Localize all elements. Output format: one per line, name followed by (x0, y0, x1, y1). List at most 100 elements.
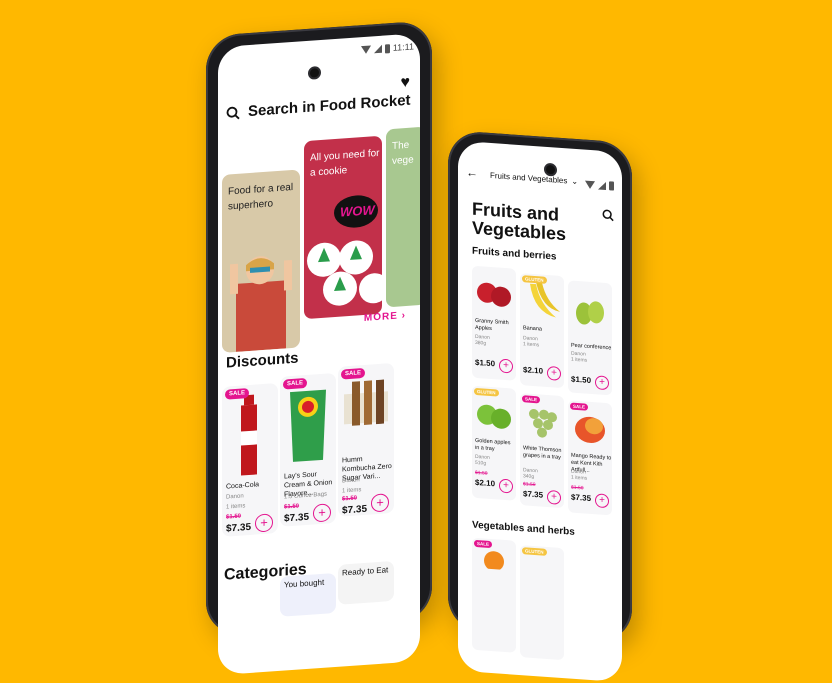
home-screen: 11:11 ♥ Search in Food Rocket Food for a… (218, 33, 420, 676)
signal-icon (373, 44, 382, 54)
search-icon[interactable] (602, 209, 614, 222)
category-tile-ready-to-eat[interactable]: Ready to Eat (338, 560, 394, 605)
product-name: Coca-Cola (226, 481, 260, 491)
add-to-cart-button[interactable]: + (499, 358, 513, 374)
product-card[interactable]: SALE Mango Ready to eat Kent Kith Artful… (568, 400, 612, 516)
product-price: $7.35 (523, 489, 544, 500)
add-to-cart-button[interactable]: + (499, 478, 513, 494)
product-qty: 510g (475, 459, 487, 467)
old-price: $1.50 (523, 481, 536, 489)
discounts-title: Discounts (226, 349, 299, 372)
favorites-heart-icon[interactable]: ♥ (401, 74, 411, 93)
status-bar (585, 180, 614, 191)
sale-badge: SALE (570, 402, 589, 411)
search-label: Search in Food Rocket (248, 91, 411, 121)
coca-cola-bottle-image (241, 394, 257, 476)
status-time: 11:11 (392, 41, 414, 53)
promo-card-cookie[interactable]: All you need for a cookie WOW (304, 135, 382, 320)
product-brand: Danon (226, 493, 244, 501)
product-card[interactable]: SALE White Thomson grapes in a tray Dano… (520, 393, 564, 509)
product-card[interactable]: GLUTEN Golden apples in a tray Danon 510… (472, 385, 516, 501)
battery-icon (609, 181, 614, 191)
wifi-icon (585, 180, 595, 189)
search-bar[interactable]: Search in Food Rocket (226, 92, 411, 122)
wow-badge: WOW (340, 202, 375, 220)
product-price: $2.10 (475, 477, 496, 489)
front-camera (308, 65, 321, 80)
product-brand: Danon (342, 477, 360, 485)
product-card[interactable]: Pear conference Danon 1 items $1.50 + (568, 280, 612, 396)
product-qty: 1 items (226, 503, 246, 511)
category-label: You bought (284, 577, 325, 590)
chevron-down-icon: ⌄ (571, 176, 579, 187)
section-vegetables-herbs: Vegetables and herbs (472, 519, 575, 538)
add-to-cart-button[interactable]: + (313, 503, 331, 523)
product-card[interactable]: SALE Lay's Sour Cream & Onion Flavore...… (280, 372, 336, 527)
sale-badge: SALE (522, 395, 541, 404)
front-camera (544, 162, 557, 177)
product-name: Granny Smith Apples (475, 317, 509, 333)
product-price: $7.35 (571, 492, 592, 504)
more-label: MORE (363, 310, 398, 324)
add-to-cart-button[interactable]: + (547, 365, 561, 381)
more-link[interactable]: MORE › (364, 310, 406, 324)
section-fruits-berries: Fruits and berries (472, 245, 557, 263)
category-label: Ready to Eat (342, 565, 389, 578)
product-price: $7.35 (226, 521, 252, 535)
sale-badge: SALE (225, 387, 250, 400)
product-name: Banana (523, 325, 542, 333)
old-price: $1.50 (284, 503, 300, 511)
wifi-icon (360, 45, 371, 55)
product-qty: 1 items (342, 487, 362, 495)
product-card[interactable]: GLUTEN (520, 545, 564, 661)
product-price: $7.35 (284, 511, 310, 525)
product-qty: 1 items (523, 341, 540, 349)
page-title: Fruits and Vegetables (472, 198, 567, 245)
signal-icon (598, 180, 606, 190)
product-brand: 1.5 Ounce Bags (284, 491, 328, 501)
old-price: $1.50 (475, 469, 488, 477)
product-price: $1.50 (571, 374, 592, 386)
sale-badge: SALE (474, 539, 493, 549)
product-price: $2.10 (523, 365, 544, 376)
promo-card-vegetables[interactable]: The vege (386, 126, 420, 308)
phone-left: 11:11 ♥ Search in Food Rocket Food for a… (206, 20, 432, 676)
product-card[interactable]: SALE (472, 537, 516, 653)
product-price: $7.35 (342, 503, 368, 517)
category-tile-you-bought[interactable]: You bought (280, 572, 336, 617)
product-name: White Thomson grapes in a tray (523, 445, 562, 461)
product-qty: 380g (475, 339, 487, 347)
status-bar: 11:11 (360, 41, 414, 55)
add-to-cart-button[interactable]: + (547, 489, 561, 505)
add-to-cart-button[interactable]: + (255, 513, 273, 533)
old-price: $1.50 (226, 513, 242, 521)
product-qty: 1 items (571, 356, 588, 364)
phone-right: ← Fruits and Vegetables ⌄ Fruits and Veg… (448, 130, 632, 683)
product-card[interactable]: SALE Coca-Cola Danon 1 items $1.50 $7.35… (222, 382, 278, 537)
product-card[interactable]: SALE Humm Kombucha Zero Sugar Vari... Da… (338, 362, 394, 517)
category-dropdown[interactable]: Fruits and Vegetables ⌄ (490, 171, 578, 186)
promo-card-superhero[interactable]: Food for a real superhero (222, 169, 300, 353)
add-to-cart-button[interactable]: + (371, 493, 389, 513)
cookie-image (307, 195, 382, 306)
product-qty: 1 items (571, 474, 588, 482)
product-name: Golden apples in a tray (475, 437, 511, 453)
promo-text: The vege (392, 139, 414, 167)
pears-image (576, 301, 604, 325)
product-card[interactable]: GLUTEN Banana Danon 1 items $2.10 + (520, 273, 564, 389)
battery-icon (384, 43, 390, 53)
add-to-cart-button[interactable]: + (595, 375, 609, 391)
lays-chips-image (290, 389, 326, 462)
old-price: $1.50 (342, 495, 358, 503)
add-to-cart-button[interactable]: + (595, 493, 609, 509)
superhero-child-image (230, 256, 292, 352)
sale-badge: SALE (283, 377, 308, 390)
product-qty: 340g (523, 473, 535, 481)
product-price: $1.50 (475, 357, 496, 369)
kombucha-bottles-image (344, 379, 388, 426)
product-card[interactable]: Granny Smith Apples Danon 380g $1.50 + (472, 265, 516, 381)
search-icon (226, 106, 240, 119)
sale-badge: SALE (341, 367, 366, 380)
back-arrow-icon[interactable]: ← (466, 165, 478, 180)
gluten-badge: GLUTEN (522, 547, 547, 556)
